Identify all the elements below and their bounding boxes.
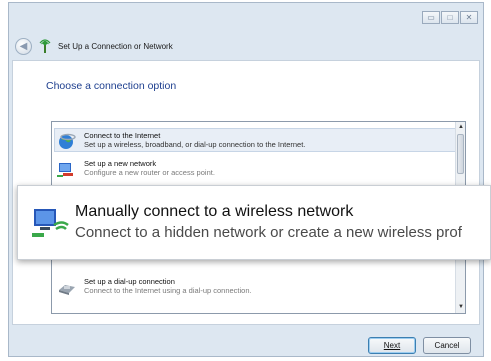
- scroll-thumb[interactable]: [457, 134, 464, 174]
- back-arrow-icon[interactable]: ◀: [15, 37, 32, 55]
- option-title: Set up a new network: [84, 159, 157, 168]
- page-heading: Choose a connection option: [46, 80, 177, 92]
- window-title: Set Up a Connection or Network: [58, 41, 173, 51]
- zoom-option-desc: Connect to a hidden network or create a …: [75, 224, 462, 241]
- option-desc: Connect to the Internet using a dial-up …: [84, 286, 252, 295]
- titlebar: ◀ Set Up a Connection or Network: [15, 36, 173, 56]
- network-icon: [57, 159, 77, 179]
- option-connect-internet[interactable]: Connect to the Internet Set up a wireles…: [54, 128, 456, 152]
- next-button[interactable]: Next: [368, 337, 416, 354]
- option-title: Connect to the Internet: [84, 131, 161, 140]
- scroll-up-icon[interactable]: ▲: [456, 122, 466, 133]
- next-label: Next: [383, 341, 401, 350]
- maximize-button[interactable]: □: [441, 11, 459, 24]
- option-new-network[interactable]: Set up a new network Configure a new rou…: [57, 159, 215, 179]
- cancel-button[interactable]: Cancel: [423, 337, 471, 354]
- caption-buttons: ▭ □ ✕: [421, 11, 478, 24]
- close-button[interactable]: ✕: [460, 11, 478, 24]
- option-dialup[interactable]: Set up a dial-up connection Connect to t…: [57, 277, 252, 297]
- globe-icon: [57, 131, 77, 151]
- dialog-window: ▭ □ ✕ ◀ Set Up a Connection or Network C…: [8, 2, 484, 357]
- network-setup-icon: [38, 39, 52, 53]
- option-title: Set up a dial-up connection: [84, 277, 175, 286]
- dialog-buttons: Next Cancel: [361, 337, 471, 354]
- scroll-down-icon[interactable]: ▼: [456, 302, 466, 313]
- wireless-computer-icon: [32, 203, 70, 241]
- zoomed-option-wireless[interactable]: Manually connect to a wireless network C…: [17, 185, 491, 260]
- minimize-button[interactable]: ▭: [422, 11, 440, 24]
- option-desc: Set up a wireless, broadband, or dial-up…: [84, 140, 306, 149]
- option-desc: Configure a new router or access point.: [84, 168, 215, 177]
- phone-icon: [57, 277, 77, 297]
- zoom-option-title: Manually connect to a wireless network: [75, 203, 354, 220]
